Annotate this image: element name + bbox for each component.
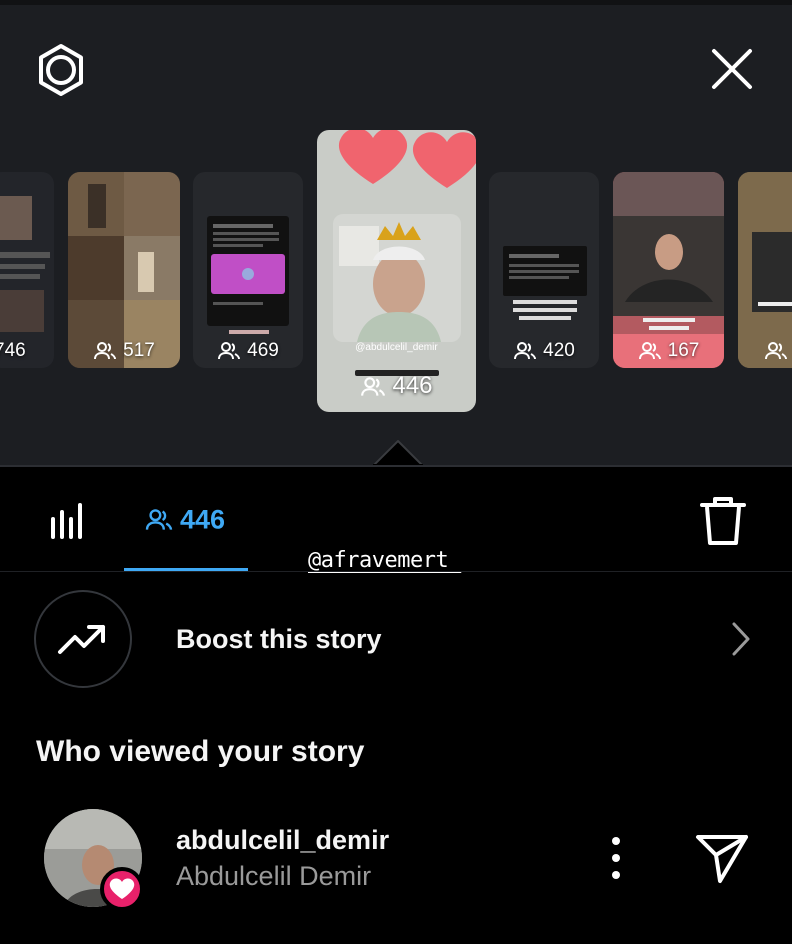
story-view-count: 746 bbox=[0, 340, 26, 361]
story-thumbnail[interactable]: 746 bbox=[0, 172, 54, 368]
story-preview bbox=[503, 246, 587, 320]
story-thumbnail[interactable]: 517 bbox=[68, 172, 180, 368]
story-preview bbox=[207, 216, 289, 334]
selection-pointer-icon bbox=[373, 440, 423, 465]
story-thumbnail-selected[interactable]: @abdulcelil_demir 446 bbox=[317, 130, 476, 412]
story-view-count: 446 bbox=[392, 372, 433, 399]
story-preview bbox=[738, 172, 792, 368]
story-view-count: 167 bbox=[667, 340, 700, 361]
boost-icon-circle bbox=[34, 590, 132, 688]
heart-icon bbox=[109, 878, 135, 899]
viewer-row[interactable]: abdulcelil_demir Abdulcelil Demir bbox=[0, 805, 792, 915]
chevron-right-icon bbox=[732, 622, 750, 656]
story-preview bbox=[68, 172, 180, 368]
more-options-icon[interactable] bbox=[604, 835, 628, 881]
viewers-count: 446 bbox=[180, 504, 226, 535]
viewers-icon bbox=[638, 341, 661, 360]
story-thumbnail[interactable]: 469 bbox=[193, 172, 303, 368]
boost-story-row[interactable]: Boost this story bbox=[0, 590, 792, 688]
heart-sticker-icon bbox=[338, 130, 476, 188]
story-view-count: 469 bbox=[247, 340, 279, 361]
send-icon[interactable] bbox=[694, 831, 750, 885]
story-thumbnails: 746 517 bbox=[0, 0, 792, 465]
story-thumbnail[interactable] bbox=[738, 172, 792, 368]
viewers-icon bbox=[145, 509, 173, 530]
viewers-icon bbox=[514, 341, 537, 360]
bar-chart-icon[interactable] bbox=[48, 499, 92, 541]
viewers-icon bbox=[218, 341, 241, 360]
trending-up-icon bbox=[58, 625, 105, 654]
story-strip-panel: 746 517 bbox=[0, 0, 792, 465]
viewers-icon bbox=[765, 341, 787, 360]
mention-overlay: @afravemert_ bbox=[308, 548, 461, 573]
liked-badge bbox=[100, 867, 144, 911]
story-preview bbox=[613, 172, 724, 368]
story-view-count: 420 bbox=[543, 340, 575, 361]
trash-icon[interactable] bbox=[698, 495, 748, 547]
tab-viewers[interactable]: 446 bbox=[124, 485, 248, 571]
section-title: Who viewed your story bbox=[36, 735, 365, 768]
boost-story-label: Boost this story bbox=[176, 624, 382, 654]
viewers-icon bbox=[361, 376, 386, 396]
story-preview bbox=[0, 196, 50, 332]
story-view-count: 517 bbox=[123, 340, 155, 361]
section-divider bbox=[0, 571, 792, 572]
viewer-full-name: Abdulcelil Demir bbox=[176, 861, 372, 891]
viewer-username[interactable]: abdulcelil_demir bbox=[176, 825, 389, 856]
story-thumbnail[interactable]: 420 bbox=[489, 172, 599, 368]
story-tag: @abdulcelil_demir bbox=[355, 342, 438, 353]
close-icon[interactable] bbox=[708, 45, 756, 93]
story-thumbnail[interactable]: 167 bbox=[613, 172, 724, 368]
settings-icon[interactable] bbox=[34, 43, 88, 97]
viewers-icon bbox=[94, 341, 117, 360]
